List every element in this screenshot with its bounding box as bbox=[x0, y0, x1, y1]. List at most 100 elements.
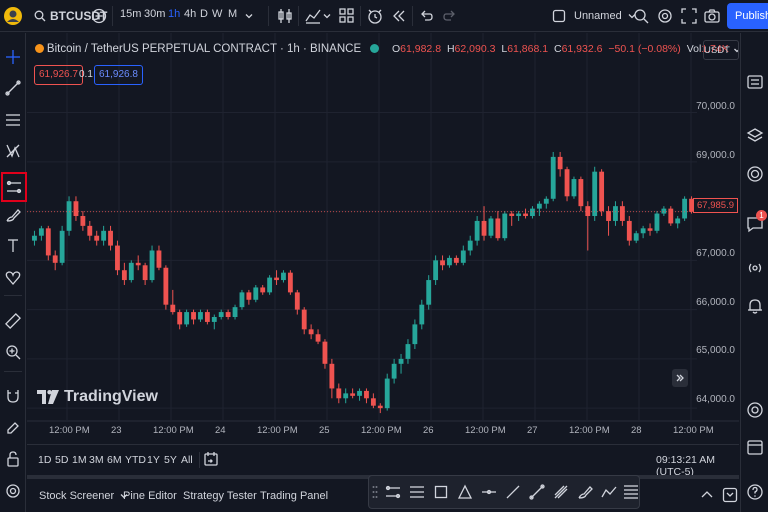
undo-button[interactable] bbox=[418, 0, 434, 32]
layers-icon bbox=[746, 128, 764, 142]
timeframe-dropdown[interactable] bbox=[244, 0, 254, 32]
candle-body bbox=[571, 179, 577, 197]
tab-pine-editor[interactable]: Pine Editor bbox=[123, 490, 177, 502]
hide-drawings-tool[interactable] bbox=[3, 481, 23, 501]
timeframe-15m[interactable]: 15m bbox=[120, 8, 141, 20]
candle-body bbox=[59, 230, 65, 263]
collapse-panel-button[interactable] bbox=[722, 487, 738, 503]
candle bbox=[191, 309, 196, 325]
prediction-tool[interactable] bbox=[1, 172, 27, 202]
range-ytd[interactable]: YTD bbox=[125, 454, 146, 466]
timeframe-30m[interactable]: 30m bbox=[144, 8, 165, 20]
quick-search-button[interactable] bbox=[632, 0, 650, 32]
line-tool[interactable] bbox=[503, 482, 523, 502]
watchlist-button[interactable] bbox=[745, 72, 765, 92]
dom-button[interactable] bbox=[745, 400, 765, 420]
currency-selector[interactable]: USDT bbox=[703, 40, 739, 60]
timeframe-m[interactable]: M bbox=[228, 8, 237, 20]
range-1d[interactable]: 1D bbox=[38, 454, 51, 466]
brush-tool[interactable] bbox=[575, 482, 595, 502]
text-tool[interactable] bbox=[3, 236, 23, 256]
ideas-stream-button[interactable] bbox=[745, 258, 765, 278]
brush-tool[interactable] bbox=[3, 205, 23, 225]
chart-type-button[interactable] bbox=[276, 0, 294, 32]
tab-trading-panel[interactable]: Trading Panel bbox=[260, 490, 328, 502]
path-tool[interactable] bbox=[599, 482, 619, 502]
price-chart[interactable] bbox=[27, 33, 739, 443]
range-1m[interactable]: 1M bbox=[72, 454, 87, 466]
brush-icon bbox=[6, 209, 21, 222]
rectangle-tool[interactable] bbox=[431, 482, 451, 502]
timeframe-d[interactable]: D bbox=[200, 8, 208, 20]
fullscreen-button[interactable] bbox=[680, 0, 698, 32]
parallel-channel-tool[interactable] bbox=[383, 482, 403, 502]
candle-body bbox=[225, 312, 231, 318]
measure-tool[interactable] bbox=[3, 311, 23, 331]
trend-line-tool[interactable] bbox=[3, 78, 23, 98]
help-button[interactable] bbox=[745, 482, 765, 502]
candle bbox=[523, 208, 528, 219]
goto-date-button[interactable] bbox=[203, 451, 219, 467]
range-all[interactable]: All bbox=[181, 454, 193, 466]
triangle-tool[interactable] bbox=[455, 482, 475, 502]
indicators-dropdown[interactable] bbox=[322, 0, 332, 32]
time-label: 12:00 PM bbox=[673, 425, 714, 436]
range-6m[interactable]: 6M bbox=[107, 454, 122, 466]
lock-drawings-tool[interactable] bbox=[3, 449, 23, 469]
horizontal-ray-tool[interactable] bbox=[479, 482, 499, 502]
candle-body bbox=[495, 218, 501, 239]
publish-button[interactable]: Publish bbox=[727, 3, 768, 29]
user-avatar[interactable] bbox=[3, 0, 23, 32]
maximize-panel-button[interactable] bbox=[700, 488, 714, 502]
settings-button[interactable] bbox=[656, 0, 674, 32]
scroll-to-realtime-button[interactable] bbox=[672, 369, 688, 387]
snapshot-button[interactable] bbox=[703, 0, 721, 32]
candle-body bbox=[336, 388, 342, 399]
drag-handle[interactable] bbox=[370, 482, 380, 502]
layouts-button[interactable] bbox=[338, 0, 356, 32]
pattern-tool[interactable] bbox=[3, 141, 23, 161]
alert-button[interactable] bbox=[366, 0, 384, 32]
candle bbox=[294, 289, 300, 315]
time-label: 12:00 PM bbox=[361, 425, 402, 436]
stay-in-drawing-tool[interactable] bbox=[3, 418, 23, 438]
zoom-tool[interactable] bbox=[3, 342, 23, 362]
magnet-tool[interactable] bbox=[3, 386, 23, 406]
candle-body bbox=[163, 267, 169, 305]
calendar-button[interactable] bbox=[745, 437, 765, 457]
pitchfork-tool[interactable] bbox=[551, 482, 571, 502]
chart-pane[interactable]: Bitcoin / TetherUS PERPETUAL CONTRACT · … bbox=[27, 33, 739, 443]
indicators-button[interactable] bbox=[304, 0, 322, 32]
range-5y[interactable]: 5Y bbox=[164, 454, 177, 466]
timeframe-1h[interactable]: 1h bbox=[168, 8, 180, 20]
time-label: 28 bbox=[631, 425, 642, 436]
collapse-icon bbox=[722, 487, 738, 503]
range-3m[interactable]: 3M bbox=[89, 454, 104, 466]
replay-button[interactable] bbox=[390, 0, 408, 32]
candle-body bbox=[73, 201, 79, 217]
objects-tree-button[interactable] bbox=[745, 126, 765, 146]
range-5d[interactable]: 5D bbox=[55, 454, 68, 466]
sell-button[interactable]: 61,926.7 bbox=[34, 65, 83, 85]
channel-tool[interactable] bbox=[407, 482, 427, 502]
grid-icon bbox=[339, 8, 354, 23]
crosshair-tool[interactable] bbox=[3, 47, 23, 67]
timeframe-4h[interactable]: 4h bbox=[184, 8, 196, 20]
trend-line-tool[interactable] bbox=[527, 482, 547, 502]
tab-stock-screener[interactable]: Stock Screener bbox=[39, 490, 129, 502]
timeframe-w[interactable]: W bbox=[212, 8, 222, 20]
redo-button[interactable] bbox=[442, 0, 458, 32]
candle-body bbox=[474, 220, 480, 241]
buy-button[interactable]: 61,926.8 bbox=[94, 65, 143, 85]
fib-tool[interactable] bbox=[621, 482, 641, 502]
icon-tool[interactable] bbox=[3, 268, 23, 288]
range-1y[interactable]: 1Y bbox=[147, 454, 160, 466]
alerts-button[interactable] bbox=[745, 296, 765, 316]
compare-symbol-button[interactable] bbox=[91, 0, 107, 32]
hotlist-button[interactable] bbox=[745, 164, 765, 184]
channel-icon bbox=[410, 486, 424, 498]
fib-tool[interactable] bbox=[3, 110, 23, 130]
chats-button[interactable]: 1 bbox=[745, 210, 767, 234]
layout-menu[interactable]: Unnamed bbox=[552, 0, 637, 32]
tab-strategy-tester[interactable]: Strategy Tester bbox=[183, 490, 257, 502]
